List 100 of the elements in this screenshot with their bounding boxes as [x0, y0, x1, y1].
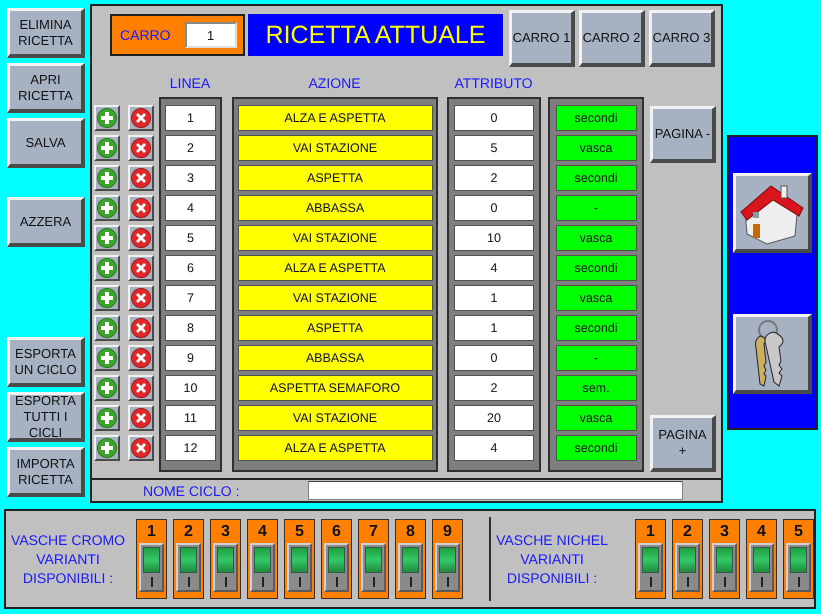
delete-button[interactable]: [128, 255, 154, 281]
delete-button[interactable]: [128, 375, 154, 401]
action-cell[interactable]: VAI STAZIONE: [238, 285, 432, 311]
delete-button[interactable]: [128, 165, 154, 191]
toggle-switch[interactable]: [435, 543, 460, 592]
menu-button[interactable]: AZZERA: [7, 197, 85, 247]
plus-icon: [97, 138, 117, 158]
add-button[interactable]: [94, 285, 120, 311]
unit-cell: -: [556, 195, 636, 221]
menu-button[interactable]: SALVA: [7, 118, 85, 168]
toggle-switch[interactable]: [675, 543, 700, 592]
attribute-cell[interactable]: 2: [454, 165, 534, 191]
action-cell[interactable]: ASPETTA: [238, 315, 432, 341]
carro-button[interactable]: CARRO 2: [579, 10, 645, 67]
action-cell[interactable]: ALZA E ASPETTA: [238, 105, 432, 131]
attribute-cell[interactable]: 0: [454, 195, 534, 221]
toggle-switch[interactable]: [287, 543, 312, 592]
keys-button[interactable]: [733, 314, 812, 394]
unit-cell: sem.: [556, 375, 636, 401]
close-icon: [131, 408, 151, 428]
delete-button[interactable]: [128, 135, 154, 161]
action-cell[interactable]: ALZA E ASPETTA: [238, 255, 432, 281]
attribute-cell[interactable]: 0: [454, 345, 534, 371]
toggle-switch[interactable]: [786, 543, 811, 592]
add-button[interactable]: [94, 105, 120, 131]
toggle-switch[interactable]: [213, 543, 238, 592]
action-cell[interactable]: ABBASSA: [238, 195, 432, 221]
attribute-cell[interactable]: 1: [454, 315, 534, 341]
delete-button[interactable]: [128, 345, 154, 371]
add-button[interactable]: [94, 315, 120, 341]
toggle-switch[interactable]: [361, 543, 386, 592]
add-button[interactable]: [94, 405, 120, 431]
unit-cell: secondi: [556, 315, 636, 341]
menu-button[interactable]: ELIMINA RICETTA: [7, 8, 85, 58]
unit-cell: secondi: [556, 105, 636, 131]
attribute-cell[interactable]: 2: [454, 375, 534, 401]
attribute-cell[interactable]: 4: [454, 255, 534, 281]
line-number-cell: 12: [165, 435, 216, 461]
tank-number: 5: [794, 523, 803, 542]
toggle-switch[interactable]: [176, 543, 201, 592]
line-number-cell: 5: [165, 225, 216, 251]
delete-button[interactable]: [128, 105, 154, 131]
attribute-cell[interactable]: 0: [454, 105, 534, 131]
page-button[interactable]: PAGINA +: [650, 415, 716, 472]
add-button[interactable]: [94, 195, 120, 221]
delete-button[interactable]: [128, 195, 154, 221]
attribute-cell[interactable]: 4: [454, 435, 534, 461]
attribute-cell[interactable]: 20: [454, 405, 534, 431]
close-icon: [131, 168, 151, 188]
action-cell[interactable]: ASPETTA: [238, 165, 432, 191]
delete-button[interactable]: [128, 285, 154, 311]
home-button[interactable]: [733, 173, 812, 253]
carro-label: CARRO: [120, 27, 171, 43]
tank-number: 2: [683, 523, 692, 542]
plus-icon: [97, 348, 117, 368]
add-button[interactable]: [94, 225, 120, 251]
action-cell[interactable]: ALZA E ASPETTA: [238, 435, 432, 461]
action-cell[interactable]: VAI STAZIONE: [238, 405, 432, 431]
attribute-cell[interactable]: 1: [454, 285, 534, 311]
action-cell[interactable]: VAI STAZIONE: [238, 135, 432, 161]
page-button[interactable]: PAGINA -: [650, 106, 716, 163]
plus-icon: [97, 408, 117, 428]
menu-button[interactable]: ESPORTA UN CICLO: [7, 337, 85, 387]
add-button[interactable]: [94, 165, 120, 191]
add-button[interactable]: [94, 375, 120, 401]
delete-button[interactable]: [128, 435, 154, 461]
add-button[interactable]: [94, 345, 120, 371]
action-cell[interactable]: ABBASSA: [238, 345, 432, 371]
line-number-cell: 6: [165, 255, 216, 281]
menu-button[interactable]: APRI RICETTA: [7, 63, 85, 113]
tanks-label: VASCHE CROMO VARIANTI DISPONIBILI :: [10, 530, 126, 588]
cycle-name-field[interactable]: [308, 481, 683, 500]
carro-button[interactable]: CARRO 1: [509, 10, 575, 67]
add-button[interactable]: [94, 135, 120, 161]
attribute-cell[interactable]: 10: [454, 225, 534, 251]
toggle-switch[interactable]: [139, 543, 164, 592]
delete-button[interactable]: [128, 225, 154, 251]
delete-button[interactable]: [128, 405, 154, 431]
action-cell[interactable]: ASPETTA SEMAFORO: [238, 375, 432, 401]
tank-number: 5: [295, 523, 304, 542]
add-button[interactable]: [94, 435, 120, 461]
toggle-switch[interactable]: [250, 543, 275, 592]
carro-button[interactable]: CARRO 3: [649, 10, 715, 67]
line-number-cell: 8: [165, 315, 216, 341]
toggle-switch[interactable]: [749, 543, 774, 592]
toggle-switch[interactable]: [398, 543, 423, 592]
close-icon: [131, 228, 151, 248]
toggle-switch[interactable]: [712, 543, 737, 592]
menu-button[interactable]: ESPORTA TUTTI I CICLI: [7, 392, 85, 442]
menu-button[interactable]: IMPORTA RICETTA: [7, 447, 85, 497]
add-button[interactable]: [94, 255, 120, 281]
tank-number: 6: [332, 523, 341, 542]
action-cell[interactable]: VAI STAZIONE: [238, 225, 432, 251]
close-icon: [131, 198, 151, 218]
delete-button[interactable]: [128, 315, 154, 341]
line-number-cell: 7: [165, 285, 216, 311]
toggle-switch[interactable]: [324, 543, 349, 592]
toggle-switch[interactable]: [638, 543, 663, 592]
carro-field[interactable]: 1: [184, 22, 237, 48]
attribute-cell[interactable]: 5: [454, 135, 534, 161]
